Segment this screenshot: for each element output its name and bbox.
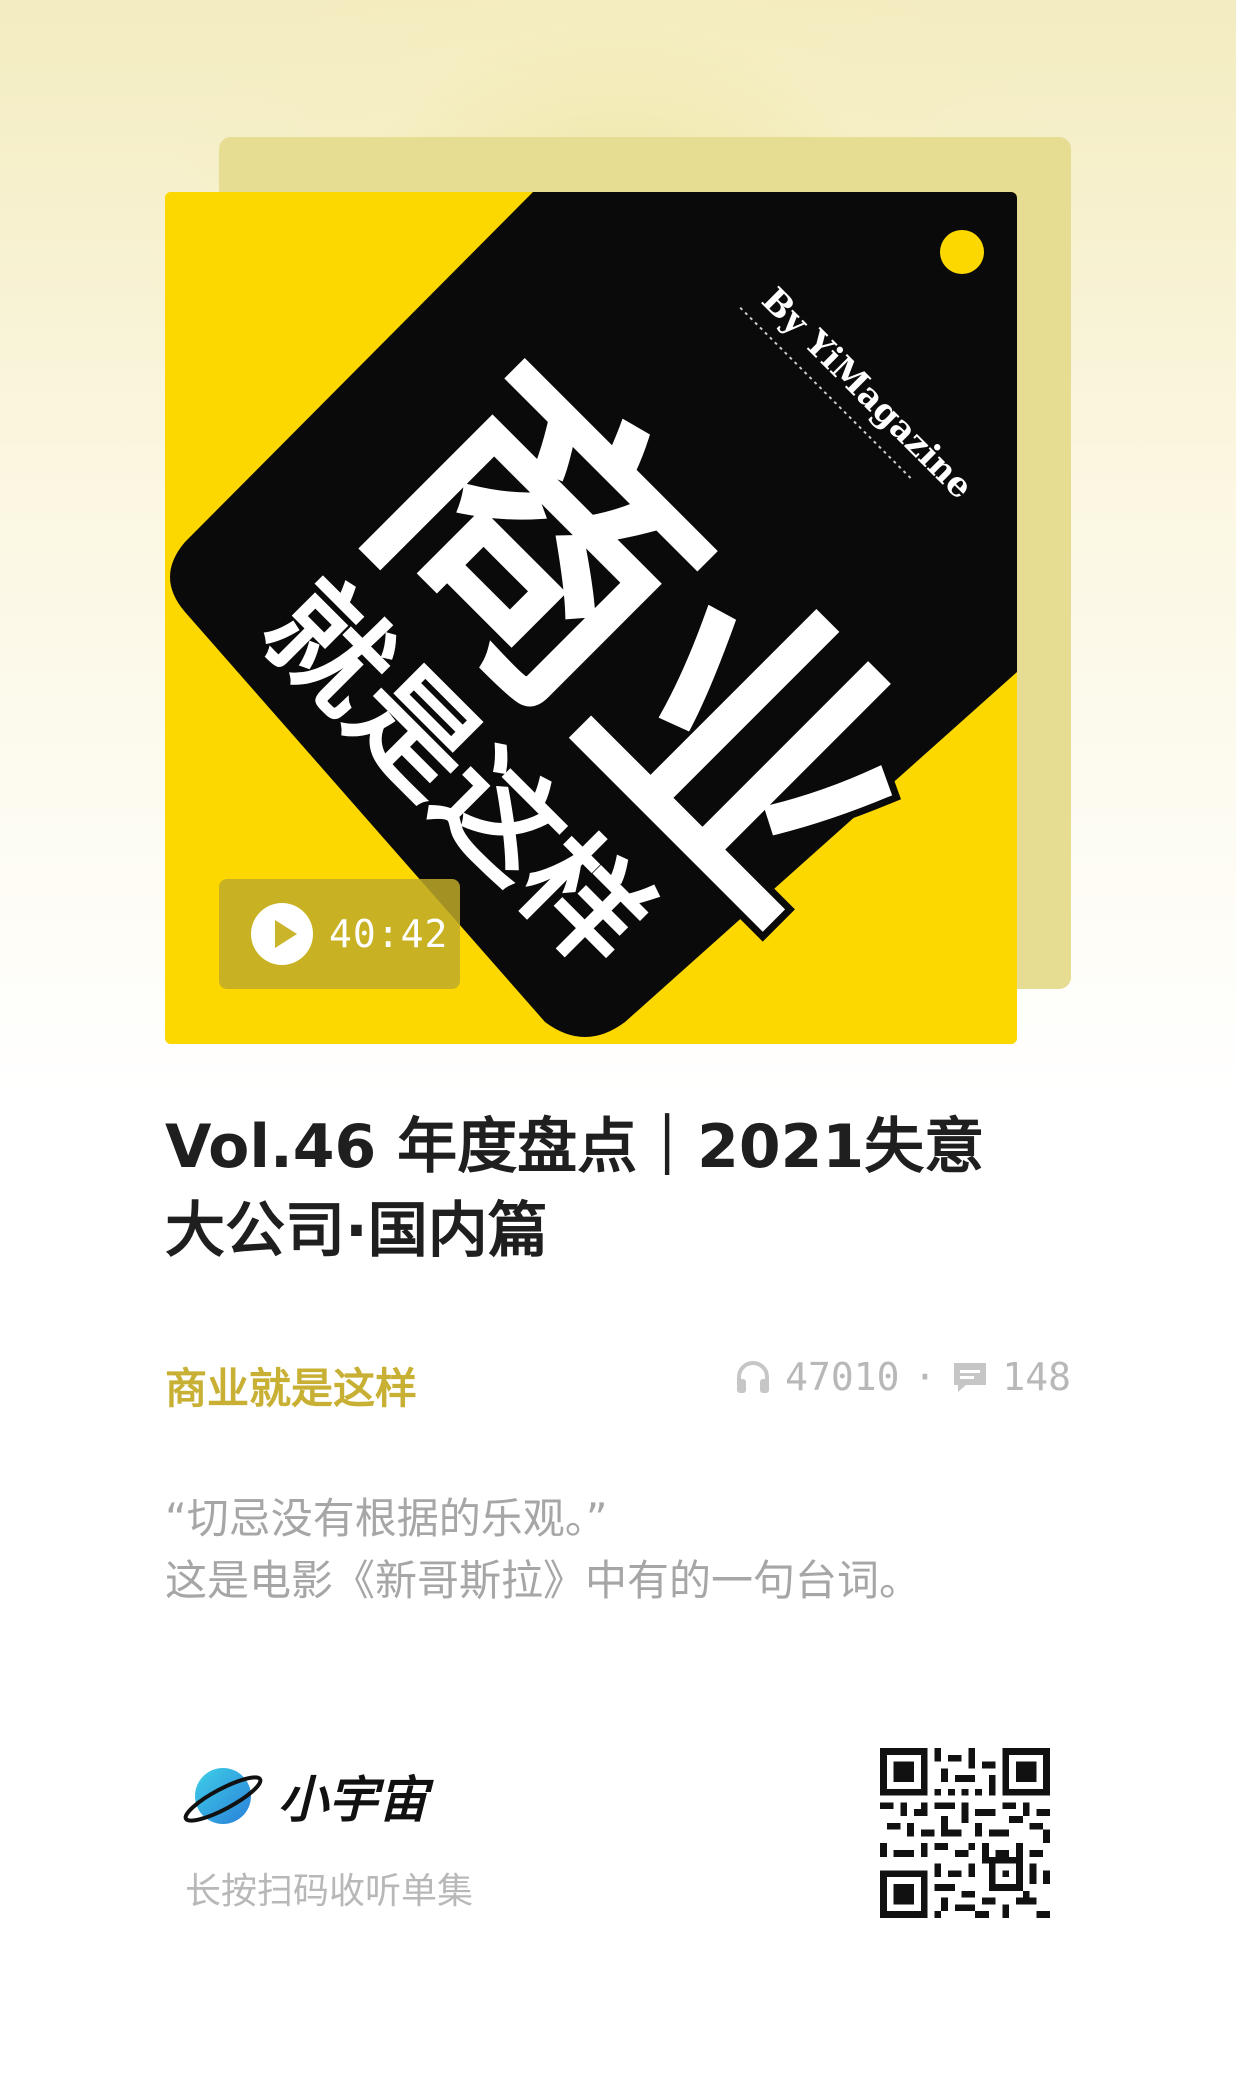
play-button[interactable]: 40:42 xyxy=(219,879,460,989)
brand-name: 小宇宙 xyxy=(278,1771,428,1829)
podcast-name-link[interactable]: 商业就是这样 xyxy=(165,1355,417,1416)
planet-logo-icon xyxy=(183,1768,263,1824)
play-icon xyxy=(251,903,313,965)
scan-hint: 长按扫码收听单集 xyxy=(185,1871,474,1912)
yellow-dot xyxy=(940,230,984,274)
episode-title: Vol.46 年度盘点｜2021失意 大公司·国内篇 xyxy=(165,1105,1045,1273)
comment-icon xyxy=(954,1363,987,1392)
stats-separator: · xyxy=(913,1355,937,1399)
description-line2: 这是电影《新哥斯拉》中有的一句台词。 xyxy=(165,1556,922,1605)
description-line1: “切忌没有根据的乐观。” xyxy=(165,1494,608,1543)
episode-title-line2: 大公司·国内篇 xyxy=(165,1196,548,1266)
episode-description: “切忌没有根据的乐观。” 这是电影《新哥斯拉》中有的一句台词。 xyxy=(165,1488,1065,1612)
episode-duration: 40:42 xyxy=(329,912,449,956)
play-count: 47010 xyxy=(785,1355,900,1399)
qr-code[interactable] xyxy=(880,1748,1050,1918)
comment-count: 148 xyxy=(1002,1355,1071,1399)
episode-stats: 47010 · 148 xyxy=(733,1355,1071,1399)
headphones-icon xyxy=(737,1361,770,1393)
brand-logo: 小宇宙 xyxy=(180,1760,428,1832)
episode-title-line1: Vol.46 年度盘点｜2021失意 xyxy=(165,1112,985,1182)
